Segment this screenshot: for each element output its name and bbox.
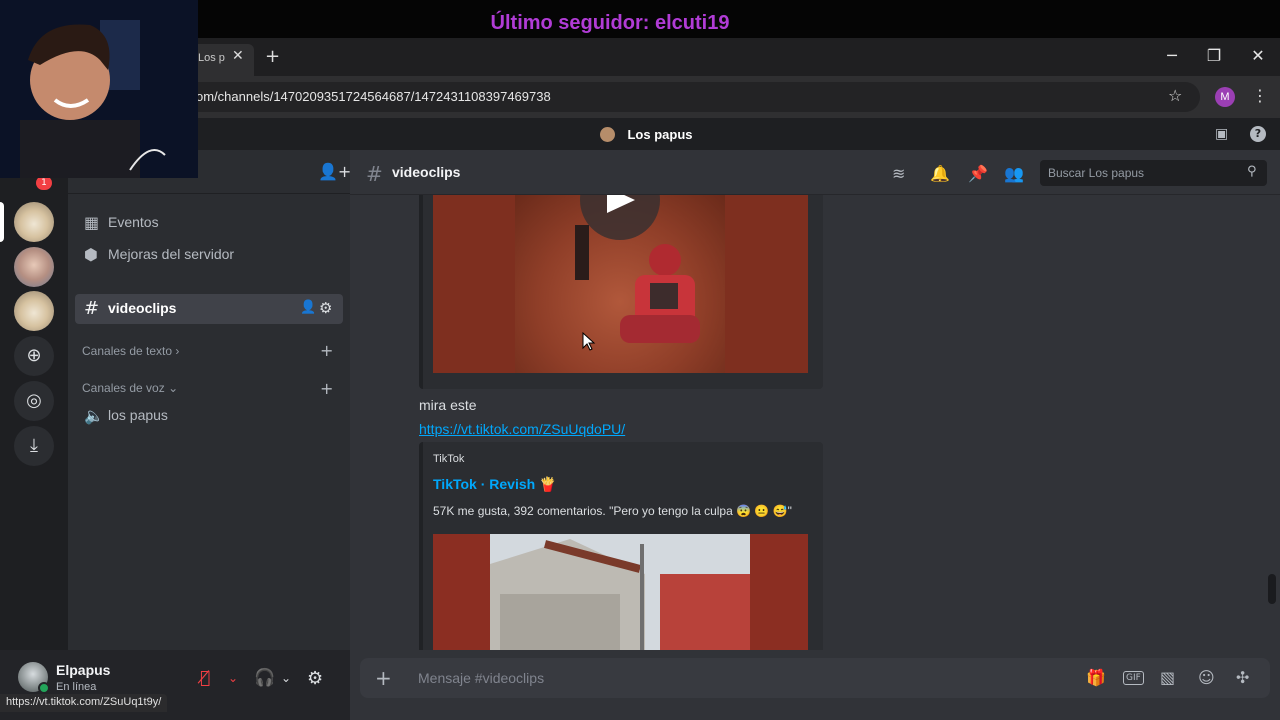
window-close-icon[interactable]: ✕ bbox=[1246, 46, 1270, 65]
video-frame-art bbox=[575, 160, 700, 343]
server-icon-photo[interactable] bbox=[14, 247, 54, 287]
download-icon[interactable]: ⤓ bbox=[14, 426, 54, 466]
restore-icon[interactable]: ❐ bbox=[1202, 46, 1226, 65]
search-icon[interactable]: ⚲ bbox=[1247, 164, 1257, 179]
video-frame[interactable] bbox=[515, 160, 725, 373]
minimize-icon[interactable]: ─ bbox=[1160, 46, 1184, 65]
channel-label: videoclips bbox=[108, 300, 177, 316]
online-status-dot bbox=[38, 682, 50, 694]
sidebar-item-boosts[interactable]: Mejoras del servidor bbox=[108, 246, 234, 262]
mouse-cursor bbox=[582, 332, 596, 351]
category-label: Canales de texto bbox=[82, 344, 173, 358]
embed-video-frame[interactable] bbox=[490, 534, 750, 652]
discover-icon[interactable]: ◎ bbox=[14, 381, 54, 421]
category-label: Canales de voz bbox=[82, 381, 165, 395]
gif-icon[interactable]: GIF bbox=[1123, 671, 1144, 685]
add-voice-channel-icon[interactable]: + bbox=[320, 379, 333, 398]
chevron-right-icon: › bbox=[175, 344, 180, 358]
chat-channel-name: videoclips bbox=[392, 164, 461, 180]
sticker-icon[interactable]: ▧ bbox=[1160, 668, 1175, 687]
hashtag-icon: # bbox=[366, 162, 383, 186]
category-voice-channels[interactable]: Canales de voz ⌄ bbox=[82, 381, 178, 395]
calendar-icon: ▦ bbox=[84, 213, 100, 232]
user-status-text: En línea bbox=[56, 681, 97, 693]
browser-menu-icon[interactable]: ⋮ bbox=[1252, 86, 1268, 105]
webcam-overlay bbox=[0, 0, 198, 178]
message-link[interactable]: https://vt.tiktok.com/ZSuUqdoPU/ bbox=[419, 421, 625, 437]
headphones-icon[interactable]: 🎧 bbox=[254, 668, 275, 688]
inbox-icon[interactable]: ▣ bbox=[1215, 126, 1228, 142]
message-text: mira este bbox=[419, 397, 477, 413]
close-tab-icon[interactable]: ✕ bbox=[232, 48, 244, 64]
profile-avatar[interactable]: M bbox=[1215, 87, 1235, 107]
boost-icon: ⬢ bbox=[84, 245, 98, 264]
pin-icon[interactable]: 📌 bbox=[968, 164, 988, 183]
sidebar-item-events[interactable]: Eventos bbox=[108, 214, 159, 230]
embed-description: 57K me gusta, 392 comentarios. "Pero yo … bbox=[433, 504, 792, 518]
gift-icon[interactable]: 🎁 bbox=[1086, 668, 1106, 687]
category-text-channels[interactable]: Canales de texto › bbox=[82, 344, 179, 358]
user-settings-icon[interactable]: ⚙ bbox=[307, 668, 323, 689]
embed-video-art bbox=[490, 534, 750, 652]
chevron-down-icon[interactable]: ⌄ bbox=[281, 671, 291, 685]
apps-icon[interactable]: ✣ bbox=[1236, 668, 1249, 687]
add-member-icon[interactable]: 👤 bbox=[300, 300, 316, 315]
search-placeholder: Buscar Los papus bbox=[1048, 166, 1145, 180]
emoji-icon[interactable]: ☺ bbox=[1198, 668, 1215, 687]
link-status-bar: https://vt.tiktok.com/ZSuUq1t9y/ bbox=[0, 694, 168, 712]
gear-icon[interactable]: ⚙ bbox=[319, 299, 332, 317]
invite-people-icon[interactable]: 👤+ bbox=[318, 162, 351, 181]
add-server-icon[interactable]: ⊕ bbox=[14, 336, 54, 376]
members-icon[interactable]: 👥 bbox=[1004, 164, 1024, 183]
chat-scrollbar[interactable] bbox=[1268, 574, 1276, 604]
chevron-down-icon[interactable]: ⌄ bbox=[228, 671, 238, 685]
help-icon[interactable]: ? bbox=[1250, 126, 1266, 142]
notification-badge: 1 bbox=[36, 176, 52, 190]
server-icon-dog-2[interactable] bbox=[14, 291, 54, 331]
bookmark-star-icon[interactable]: ☆ bbox=[1168, 86, 1182, 105]
server-selected-indicator bbox=[0, 202, 4, 242]
embed-provider[interactable]: TikTok bbox=[433, 453, 464, 465]
chevron-down-icon: ⌄ bbox=[168, 381, 179, 395]
attach-plus-icon[interactable]: + bbox=[375, 666, 392, 690]
embed-title[interactable]: TikTok · Revish 🍟 bbox=[433, 476, 557, 493]
address-bar-url: om/channels/1470209351724564687/14724311… bbox=[196, 89, 551, 104]
voice-channel-los-papus[interactable]: los papus bbox=[108, 407, 168, 423]
webcam-image bbox=[0, 0, 198, 178]
browser-tab-title: Los p bbox=[198, 52, 225, 64]
threads-icon[interactable]: ≋ bbox=[892, 164, 905, 183]
server-icon-dog[interactable] bbox=[14, 202, 54, 242]
message-input-placeholder: Mensaje #videoclips bbox=[418, 670, 545, 686]
username[interactable]: Elpapus bbox=[56, 662, 110, 678]
speaker-icon: 🔈 bbox=[84, 406, 104, 425]
add-text-channel-icon[interactable]: + bbox=[320, 341, 333, 360]
mic-muted-icon[interactable]: 🎙̸ bbox=[200, 668, 210, 688]
hashtag-icon: # bbox=[84, 298, 100, 319]
new-tab-icon[interactable]: + bbox=[265, 46, 280, 67]
bell-icon[interactable]: 🔔 bbox=[930, 164, 950, 183]
